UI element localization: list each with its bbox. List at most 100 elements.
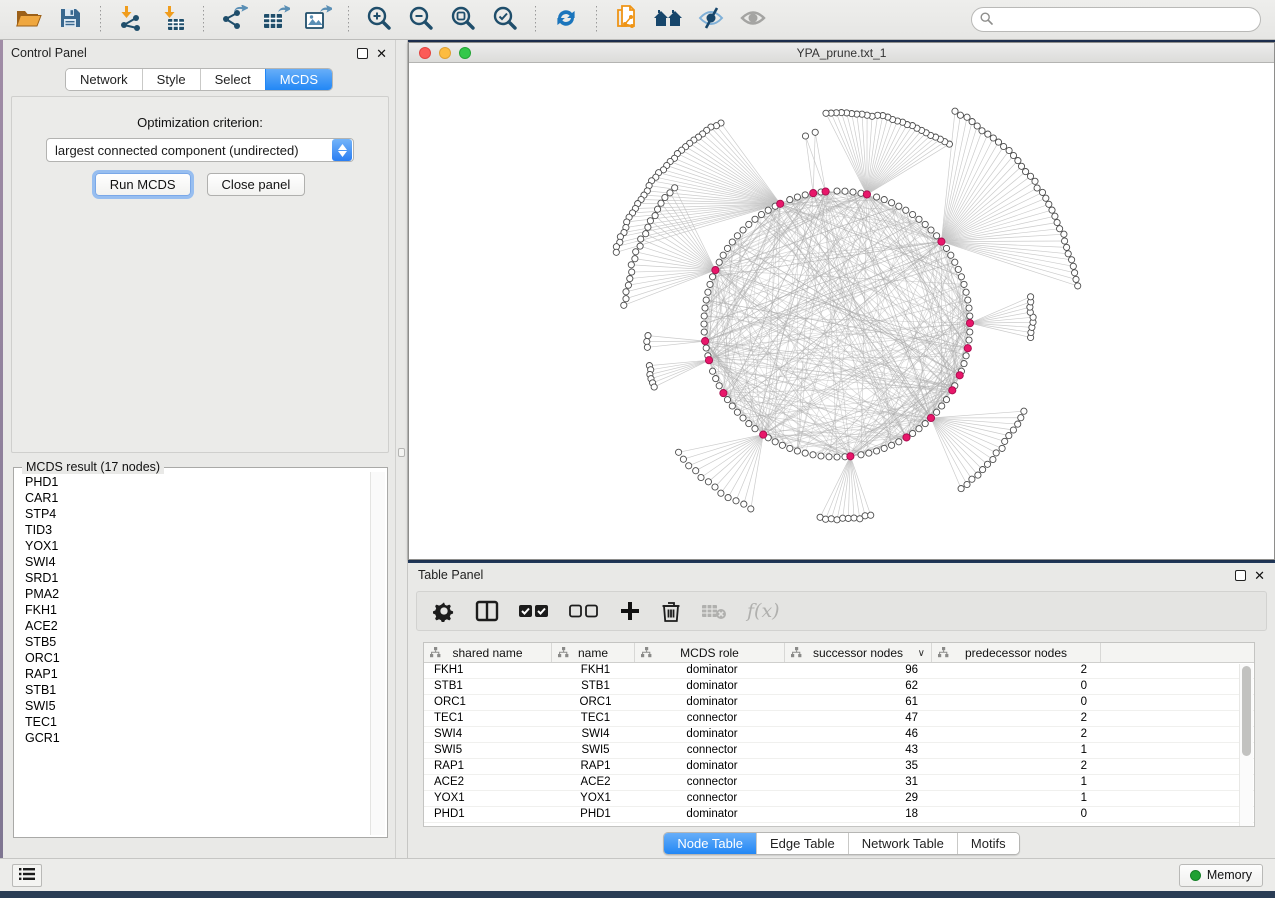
column-header-successor-nodes[interactable]: successor nodes∨ (785, 643, 932, 662)
delete-column-icon[interactable] (661, 600, 681, 623)
mcds-result-item[interactable]: PMA2 (15, 586, 367, 602)
node-table[interactable]: shared namenameMCDS rolesuccessor nodes∨… (423, 642, 1255, 827)
mcds-result-item[interactable]: SWI4 (15, 554, 367, 570)
cell-name[interactable]: ORC1 (552, 695, 635, 710)
cell-mcds_role[interactable]: connector (635, 743, 785, 758)
tab-select[interactable]: Select (200, 69, 265, 90)
table-row[interactable]: SWI5SWI5connector431 (424, 743, 1254, 759)
cell-shared_name[interactable]: ORC1 (424, 695, 552, 710)
divider-handle[interactable] (398, 448, 405, 457)
network-canvas[interactable] (409, 63, 1274, 559)
cell-successor_nodes[interactable]: 43 (785, 743, 932, 758)
close-panel-button[interactable]: Close panel (207, 173, 306, 196)
show-panels-button[interactable] (735, 4, 771, 36)
cell-mcds_role[interactable]: dominator (635, 695, 785, 710)
mcds-result-item[interactable]: ACE2 (15, 618, 367, 634)
delete-table-icon[interactable] (701, 602, 727, 620)
columns-icon[interactable] (475, 600, 499, 622)
cell-successor_nodes[interactable]: 18 (785, 807, 932, 822)
cell-predecessor_nodes[interactable]: 1 (932, 775, 1101, 790)
select-all-icon[interactable] (519, 603, 549, 619)
table-row[interactable]: FKH1FKH1dominator962 (424, 663, 1254, 679)
mcds-result-item[interactable]: CAR1 (15, 490, 367, 506)
cell-predecessor_nodes[interactable]: 2 (932, 663, 1101, 678)
tab-style[interactable]: Style (142, 69, 200, 90)
export-table-button[interactable] (258, 4, 294, 36)
zoom-out-button[interactable] (403, 4, 439, 36)
export-network-button[interactable] (216, 4, 252, 36)
add-column-icon[interactable] (619, 600, 641, 622)
mcds-result-item[interactable]: TEC1 (15, 714, 367, 730)
cell-shared_name[interactable]: FKH1 (424, 663, 552, 678)
open-file-button[interactable] (10, 4, 46, 36)
apply-layout-button[interactable] (548, 4, 584, 36)
mcds-result-item[interactable]: FKH1 (15, 602, 367, 618)
function-builder-icon[interactable]: f(x) (747, 600, 780, 622)
search-field[interactable] (971, 7, 1261, 32)
table-scrollbar-thumb[interactable] (1242, 666, 1251, 756)
column-header-MCDS-role[interactable]: MCDS role (635, 643, 785, 662)
cell-name[interactable]: FKH1 (552, 663, 635, 678)
tab-motifs[interactable]: Motifs (957, 833, 1019, 854)
table-row[interactable]: PHD1PHD1dominator180 (424, 807, 1254, 823)
cell-shared_name[interactable]: TEC1 (424, 711, 552, 726)
cell-name[interactable]: TEC1 (552, 711, 635, 726)
mcds-result-item[interactable]: STP4 (15, 506, 367, 522)
cell-predecessor_nodes[interactable]: 0 (932, 679, 1101, 694)
zoom-in-button[interactable] (361, 4, 397, 36)
cell-mcds_role[interactable]: connector (635, 711, 785, 726)
cell-mcds_role[interactable]: dominator (635, 807, 785, 822)
zoom-fit-button[interactable] (445, 4, 481, 36)
criterion-dropdown[interactable]: largest connected component (undirected) (46, 138, 354, 162)
cell-mcds_role[interactable]: dominator (635, 679, 785, 694)
cell-mcds_role[interactable]: dominator (635, 759, 785, 774)
network-graph[interactable] (409, 63, 1274, 559)
cell-name[interactable]: ACE2 (552, 775, 635, 790)
cell-predecessor_nodes[interactable]: 0 (932, 695, 1101, 710)
mcds-result-item[interactable]: PHD1 (15, 474, 367, 490)
cell-shared_name[interactable]: RAP1 (424, 759, 552, 774)
cell-name[interactable]: SWI4 (552, 727, 635, 742)
cell-name[interactable]: SWI5 (552, 743, 635, 758)
table-row[interactable]: SWI4SWI4dominator462 (424, 727, 1254, 743)
deselect-all-icon[interactable] (569, 603, 599, 619)
tab-edge-table[interactable]: Edge Table (756, 833, 848, 854)
cell-predecessor_nodes[interactable]: 2 (932, 727, 1101, 742)
cell-shared_name[interactable]: YOX1 (424, 791, 552, 806)
cell-successor_nodes[interactable]: 47 (785, 711, 932, 726)
mcds-result-item[interactable]: ORC1 (15, 650, 367, 666)
cell-successor_nodes[interactable]: 61 (785, 695, 932, 710)
mcds-result-item[interactable]: YOX1 (15, 538, 367, 554)
cell-mcds_role[interactable]: dominator (635, 663, 785, 678)
network-window-titlebar[interactable]: YPA_prune.txt_1 (409, 43, 1274, 63)
cell-name[interactable]: RAP1 (552, 759, 635, 774)
mcds-result-item[interactable]: STB1 (15, 682, 367, 698)
cell-mcds_role[interactable]: dominator (635, 727, 785, 742)
tab-mcds[interactable]: MCDS (265, 69, 332, 90)
cell-successor_nodes[interactable]: 96 (785, 663, 932, 678)
save-session-button[interactable] (52, 4, 88, 36)
cell-successor_nodes[interactable]: 62 (785, 679, 932, 694)
mcds-result-item[interactable]: TID3 (15, 522, 367, 538)
cell-predecessor_nodes[interactable]: 2 (932, 759, 1101, 774)
cell-successor_nodes[interactable]: 35 (785, 759, 932, 774)
table-row[interactable]: ORC1ORC1dominator610 (424, 695, 1254, 711)
table-row[interactable]: TEC1TEC1connector472 (424, 711, 1254, 727)
hide-panels-button[interactable] (693, 4, 729, 36)
table-row[interactable]: RAP1RAP1dominator352 (424, 759, 1254, 775)
cell-mcds_role[interactable]: connector (635, 775, 785, 790)
cell-shared_name[interactable]: PHD1 (424, 807, 552, 822)
zoom-selected-button[interactable] (487, 4, 523, 36)
search-input[interactable] (998, 13, 1252, 27)
mcds-list-scrollbar[interactable] (370, 472, 385, 835)
cell-predecessor_nodes[interactable]: 1 (932, 791, 1101, 806)
table-row[interactable]: YOX1YOX1connector291 (424, 791, 1254, 807)
mcds-result-item[interactable]: SWI5 (15, 698, 367, 714)
float-panel-icon[interactable] (357, 48, 368, 59)
mcds-result-item[interactable]: GCR1 (15, 730, 367, 746)
import-network-button[interactable] (113, 4, 149, 36)
cell-predecessor_nodes[interactable]: 1 (932, 743, 1101, 758)
cell-mcds_role[interactable]: connector (635, 791, 785, 806)
tab-network-table[interactable]: Network Table (848, 833, 957, 854)
table-row[interactable]: STB1STB1dominator620 (424, 679, 1254, 695)
